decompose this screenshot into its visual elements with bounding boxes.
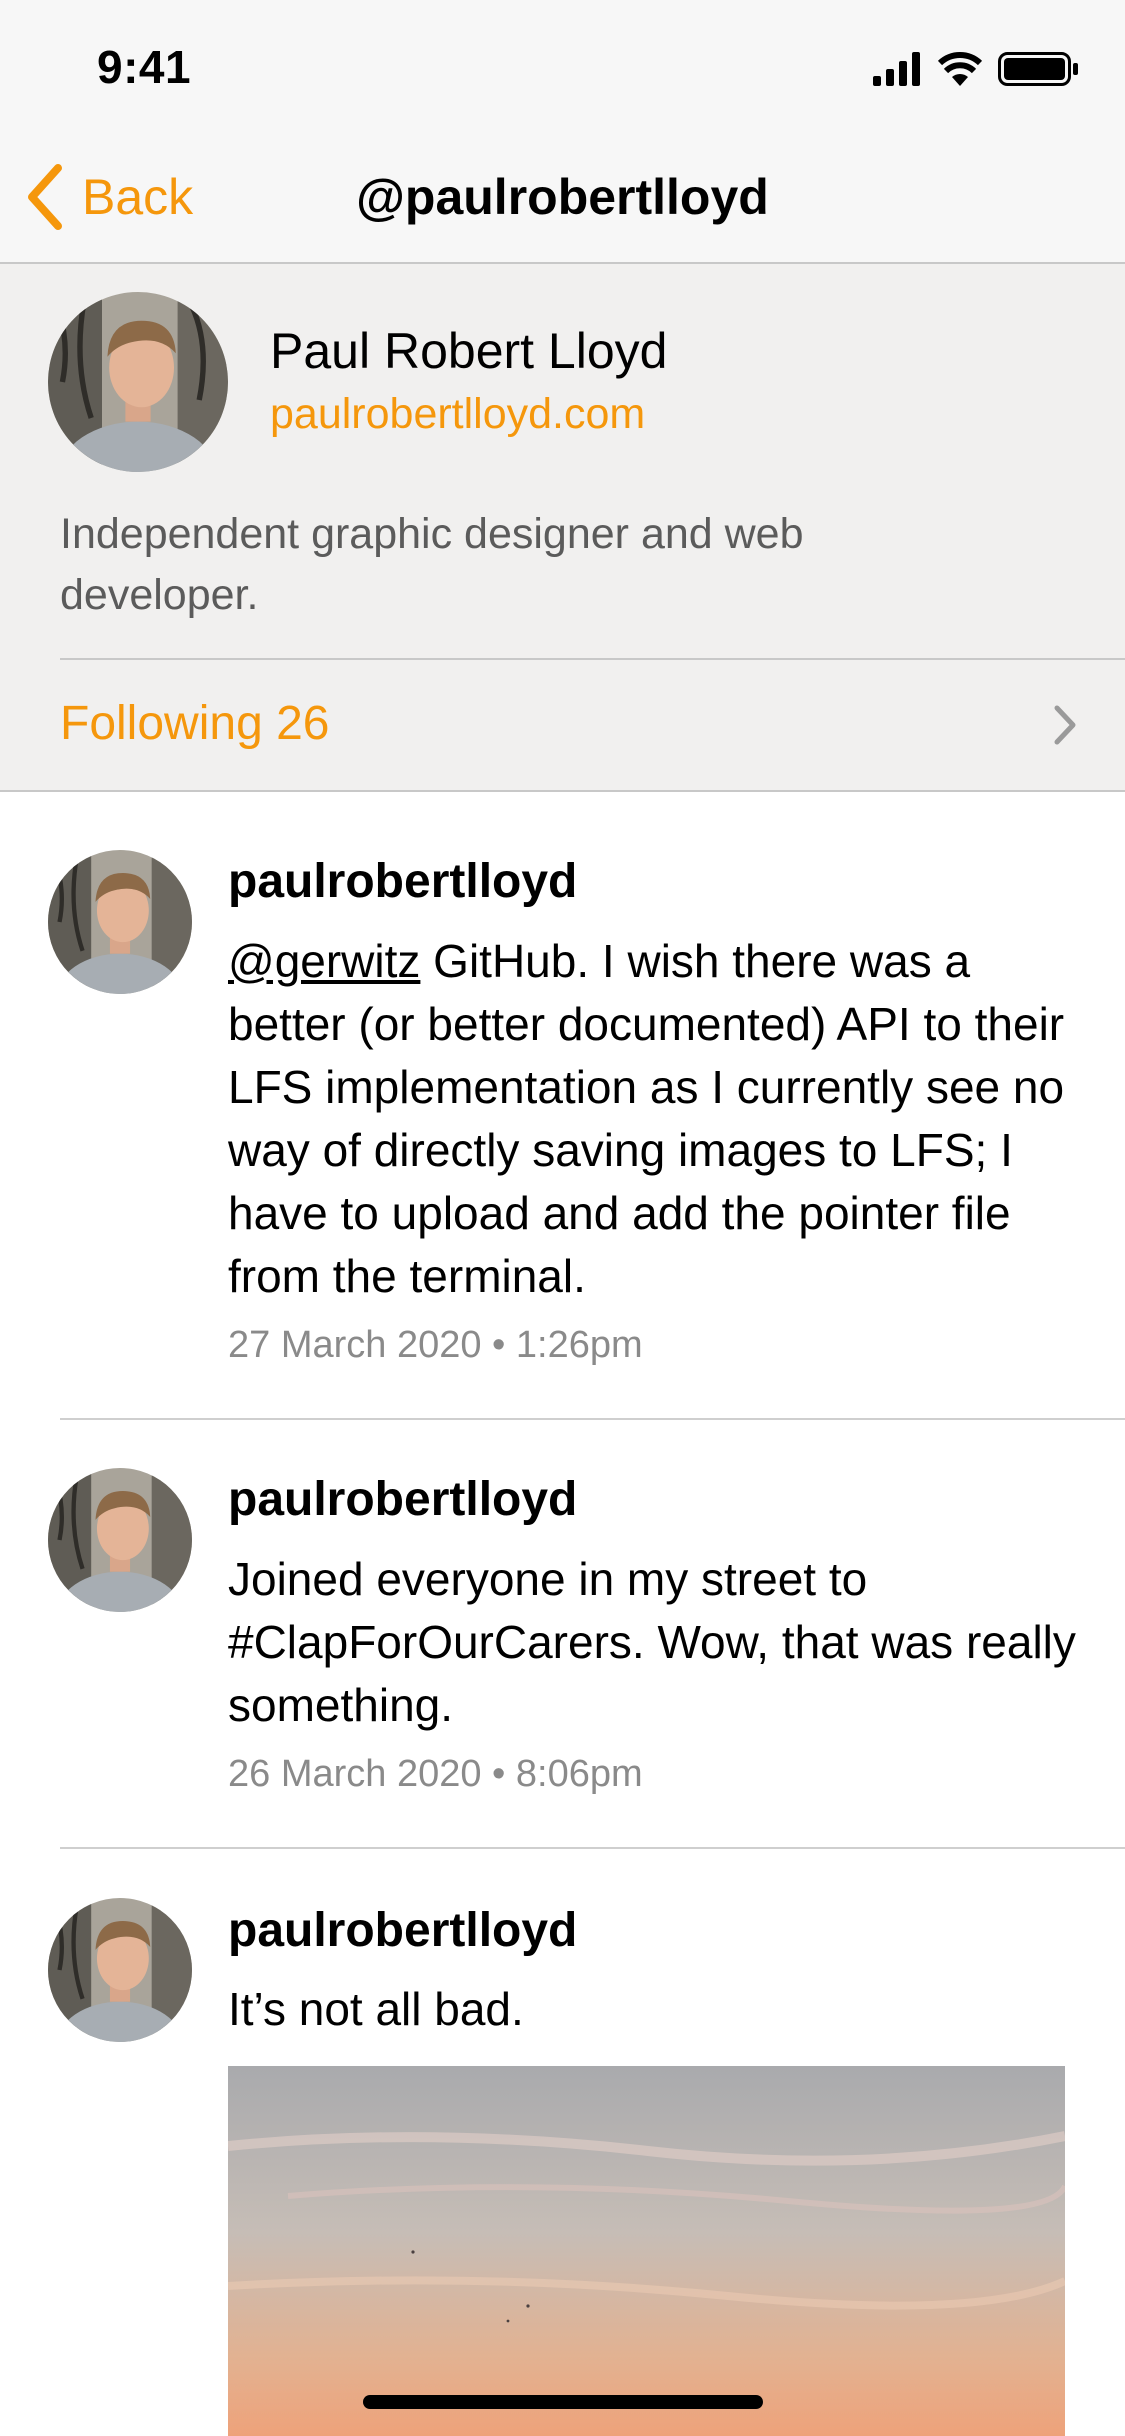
profile-website-link[interactable]: paulrobertlloyd.com: [270, 390, 645, 439]
profile-bio: Independent graphic designer and web dev…: [60, 510, 804, 619]
post-date[interactable]: 27 March 2020 • 1:26pm: [228, 1324, 643, 1367]
battery-icon: [998, 52, 1078, 86]
profile-name: Paul Robert Lloyd: [270, 323, 668, 379]
post-avatar[interactable]: [48, 1898, 192, 2042]
post-divider: [60, 1847, 1125, 1849]
post-body: Joined everyone in my street to #ClapFor…: [228, 1553, 1076, 1731]
post-photo[interactable]: [228, 2066, 1065, 2436]
status-time: 9:41: [97, 41, 192, 93]
page-title: @paulrobertlloyd: [356, 169, 769, 225]
post-body: It’s not all bad.: [228, 1983, 524, 2035]
post-avatar[interactable]: [48, 1468, 192, 1612]
post-author[interactable]: paulrobertlloyd: [228, 1903, 577, 1958]
post-avatar[interactable]: [48, 850, 192, 994]
following-label: Following 26: [60, 697, 330, 750]
home-indicator[interactable]: [363, 2395, 763, 2409]
wifi-icon: [937, 52, 983, 86]
post-author[interactable]: paulrobertlloyd: [228, 854, 577, 909]
post-mention-link[interactable]: @gerwitz: [228, 935, 420, 987]
chevron-right-icon: [1054, 705, 1076, 745]
following-row[interactable]: Following 26: [0, 660, 1125, 790]
profile-header: Paul Robert Lloyd paulrobertlloyd.com In…: [0, 264, 1125, 792]
navigation-bar: Back @paulrobertlloyd: [0, 132, 1125, 264]
sky-photo: [228, 2066, 1065, 2436]
post-body: GitHub. I wish there was a better (or be…: [228, 935, 1065, 1302]
post-divider: [60, 1418, 1125, 1420]
post-author[interactable]: paulrobertlloyd: [228, 1472, 577, 1527]
post-date[interactable]: 26 March 2020 • 8:06pm: [228, 1753, 643, 1796]
status-icons: [873, 52, 1078, 86]
profile-avatar: [48, 292, 228, 472]
post-text: @gerwitz GitHub. I wish there was a bett…: [228, 930, 1088, 1308]
signal-icon: [873, 52, 920, 86]
status-bar: 9:41: [0, 0, 1125, 132]
